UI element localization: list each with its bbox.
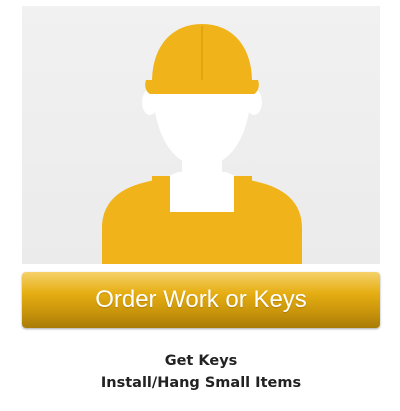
order-work-tile[interactable]: Order Work or Keys Get Keys Install/Hang…: [0, 0, 400, 411]
service-details-list: Get Keys Install/Hang Small Items: [22, 350, 380, 394]
order-work-or-keys-button[interactable]: Order Work or Keys: [22, 272, 380, 328]
worker-icon: [102, 24, 302, 264]
detail-item-install-hang: Install/Hang Small Items: [100, 375, 302, 391]
detail-item-get-keys: Get Keys: [164, 353, 238, 369]
worker-hero-panel: [22, 6, 380, 264]
